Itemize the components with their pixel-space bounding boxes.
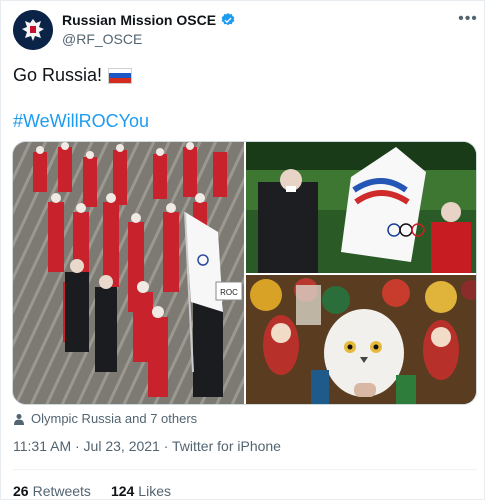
photo-flag-bearers[interactable] xyxy=(246,142,476,273)
likes-label: Likes xyxy=(138,483,171,499)
retweets-label: Retweets xyxy=(32,483,91,499)
likes-stat[interactable]: 124 Likes xyxy=(111,483,171,499)
tweet-card: Russian Mission OSCE @RF_OSCE ••• Go Rus… xyxy=(0,0,485,500)
author-handle[interactable]: @RF_OSCE xyxy=(62,31,142,47)
media-grid: ROC xyxy=(12,141,477,405)
retweets-count: 26 xyxy=(13,483,29,499)
tweet-text-line: Go Russia! xyxy=(13,65,133,86)
roc-sign-text: ROC xyxy=(220,288,238,297)
author-name-row[interactable]: Russian Mission OSCE xyxy=(62,12,236,28)
tweet-timestamp[interactable]: 11:31 AM · Jul 23, 2021 · Twitter for iP… xyxy=(13,438,281,454)
avatar[interactable] xyxy=(13,10,53,50)
tagged-users[interactable]: Olympic Russia and 7 others xyxy=(13,411,197,426)
retweets-stat[interactable]: 26 Retweets xyxy=(13,483,91,499)
tagged-users-text[interactable]: Olympic Russia and 7 others xyxy=(31,411,197,426)
engagement-stats: 26 Retweets 124 Likes xyxy=(13,483,171,499)
more-options-icon[interactable]: ••• xyxy=(456,11,480,31)
likes-count: 124 xyxy=(110,483,135,499)
photo-souvenirs[interactable] xyxy=(246,275,476,404)
author-display-name[interactable]: Russian Mission OSCE xyxy=(62,12,216,28)
russia-flag-emoji xyxy=(108,67,133,84)
tweet-text: Go Russia! xyxy=(13,65,103,85)
divider xyxy=(13,469,477,470)
person-icon xyxy=(14,413,24,425)
photo-parade[interactable]: ROC xyxy=(13,142,244,404)
hashtag-link[interactable]: #WeWillROCYou xyxy=(13,111,149,132)
verified-badge-icon xyxy=(221,13,235,26)
